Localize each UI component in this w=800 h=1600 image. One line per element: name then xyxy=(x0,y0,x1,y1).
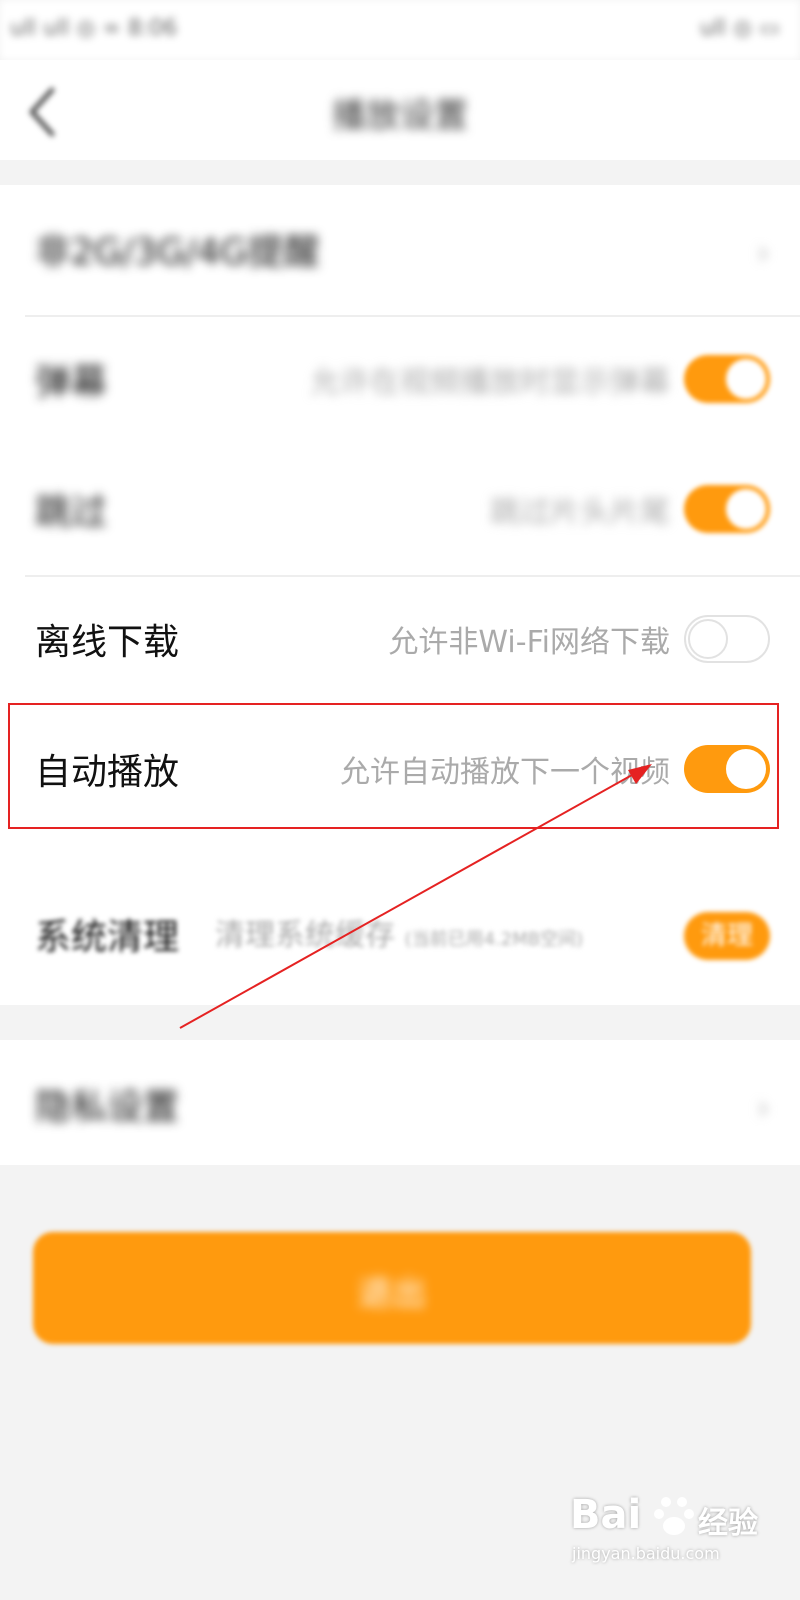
page-title: 播放设置 xyxy=(332,96,468,136)
skip-toggle[interactable] xyxy=(684,485,770,533)
settings-section-clean: 系统清理 清理系统缓存 (当前已用4.2MB空间) 清理 xyxy=(0,870,800,995)
annotation-highlight-box xyxy=(8,703,779,829)
setting-row-danmaku: 弹幕 允许在视频播放时显示弹幕 xyxy=(0,315,800,445)
status-right: ull ◎ ▭ xyxy=(699,16,780,41)
setting-row-offline-download: 离线下载 允许非Wi-Fi网络下载 xyxy=(0,575,800,705)
setting-description: 允许非Wi-Fi网络下载 xyxy=(388,625,670,660)
paw-icon xyxy=(654,1497,694,1535)
setting-description: 跳过片头片尾 xyxy=(490,495,670,530)
setting-label: 系统清理 xyxy=(35,917,180,958)
baidu-jingyan-watermark: Bai 经验 jingyan.baidu.com xyxy=(570,1492,770,1572)
setting-description: 清理系统缓存 (当前已用4.2MB空间) xyxy=(215,910,583,954)
chevron-right-icon: › xyxy=(756,1088,770,1128)
status-left: ull ull ◎ ∞ 8:06 xyxy=(10,16,178,41)
setting-row-network-reminder[interactable]: 非2G/3G/4G提醒 › xyxy=(0,185,800,315)
setting-row-privacy[interactable]: 隐私设置 › xyxy=(0,1040,800,1170)
toggle-knob xyxy=(726,489,766,529)
logout-button[interactable]: 退出 xyxy=(33,1232,751,1344)
danmaku-toggle[interactable] xyxy=(684,355,770,403)
watermark-cn: 经验 xyxy=(698,1506,758,1541)
settings-section-privacy: 隐私设置 › xyxy=(0,1040,800,1165)
offline-download-toggle[interactable] xyxy=(684,615,770,663)
chevron-right-icon: › xyxy=(756,233,770,273)
toggle-knob xyxy=(726,359,766,399)
setting-label: 离线下载 xyxy=(35,622,180,663)
clean-button[interactable]: 清理 xyxy=(684,912,770,960)
logout-button-label: 退出 xyxy=(358,1274,426,1314)
clean-usage-text: (当前已用4.2MB空间) xyxy=(404,929,584,950)
setting-label: 非2G/3G/4G提醒 xyxy=(35,232,320,273)
setting-description: 允许在视频播放时显示弹幕 xyxy=(310,365,670,400)
nav-bar: 播放设置 xyxy=(0,60,800,160)
status-bar: ull ull ◎ ∞ 8:06 ull ◎ ▭ xyxy=(0,0,800,60)
setting-label: 弹幕 xyxy=(35,362,108,403)
setting-row-skip: 跳过 跳过片头片尾 xyxy=(0,445,800,575)
setting-label: 隐私设置 xyxy=(35,1087,180,1128)
clean-description-text: 清理系统缓存 xyxy=(215,918,395,953)
setting-row-system-clean: 系统清理 清理系统缓存 (当前已用4.2MB空间) 清理 xyxy=(0,870,800,1000)
setting-label: 跳过 xyxy=(35,492,108,533)
toggle-knob xyxy=(688,619,728,659)
watermark-brand: Bai xyxy=(570,1492,642,1538)
watermark-url: jingyan.baidu.com xyxy=(572,1544,720,1563)
